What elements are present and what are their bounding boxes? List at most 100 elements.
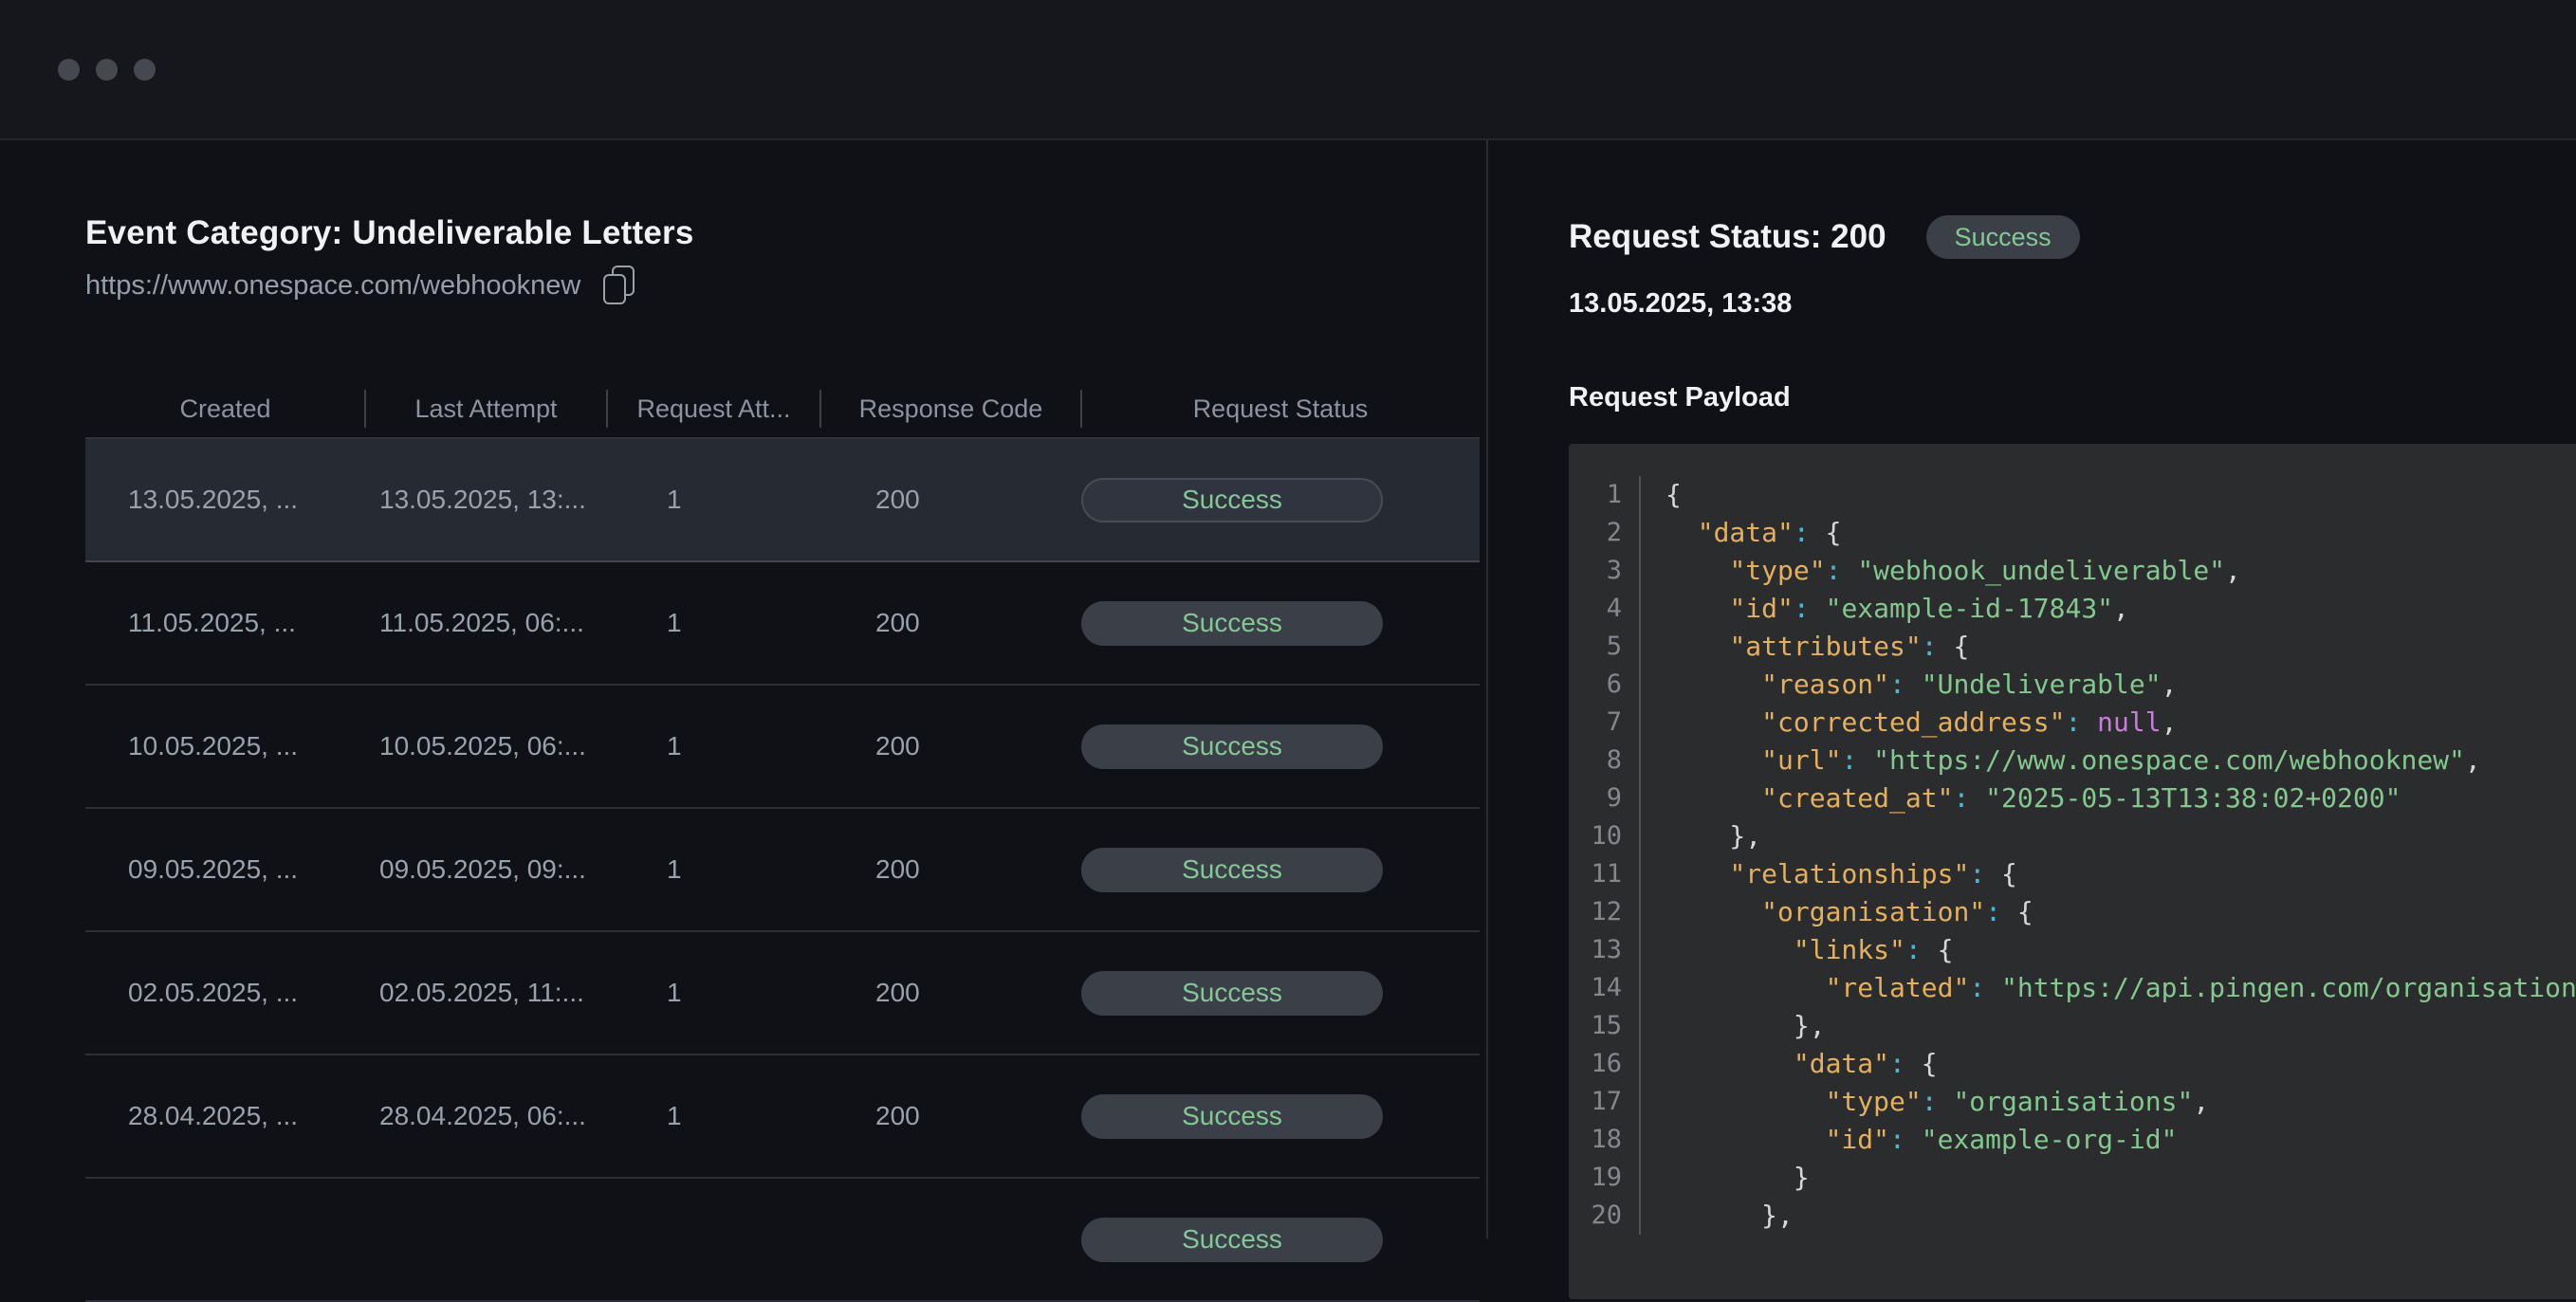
- row-created-cell: 10.05.2025, ...: [85, 731, 365, 761]
- event-category-panel: Event Category: Undeliverable Letters ht…: [0, 140, 1488, 1238]
- code-text: "type": "organisations",: [1641, 1083, 2576, 1121]
- status-badge: Success: [1081, 478, 1383, 523]
- line-number: 17: [1569, 1083, 1641, 1121]
- line-number: 14: [1569, 969, 1641, 1007]
- code-text: },: [1641, 817, 2576, 855]
- status-badge: Success: [1081, 848, 1383, 892]
- column-header-created: Created: [85, 380, 365, 437]
- line-number: 4: [1569, 590, 1641, 628]
- code-line: 1{: [1569, 476, 2576, 514]
- webhook-url: https://www.onespace.com/webhooknew: [85, 266, 580, 304]
- code-text: "related": "https://api.pingen.com/organ…: [1641, 969, 2576, 1007]
- row-request-attempts-cell: 1: [607, 731, 820, 761]
- row-request-attempts-cell: 1: [607, 978, 820, 1008]
- line-number: 10: [1569, 817, 1641, 855]
- code-text: "data": {: [1641, 514, 2576, 552]
- line-number: 7: [1569, 704, 1641, 742]
- line-number: 20: [1569, 1197, 1641, 1235]
- code-text: "attributes": {: [1641, 628, 2576, 666]
- row-created-cell: 02.05.2025, ...: [85, 978, 365, 1008]
- window-control-dot[interactable]: [134, 59, 156, 81]
- row-last-attempt-cell: 13.05.2025, 13:...: [365, 485, 607, 515]
- line-number: 15: [1569, 1007, 1641, 1045]
- line-number: 12: [1569, 893, 1641, 931]
- row-response-code-cell: 200: [820, 731, 1081, 761]
- webhook-url-row: https://www.onespace.com/webhooknew: [85, 266, 1486, 304]
- line-number: 19: [1569, 1159, 1641, 1197]
- table-row[interactable]: 09.05.2025, ...09.05.2025, 09:...1200Suc…: [85, 809, 1480, 932]
- request-payload-code-block[interactable]: 1{2 "data": {3 "type": "webhook_undelive…: [1569, 444, 2576, 1299]
- copy-icon-front: [603, 274, 626, 304]
- code-text: "reason": "Undeliverable",: [1641, 666, 2576, 704]
- window-control-dot[interactable]: [96, 59, 118, 81]
- code-line: 8 "url": "https://www.onespace.com/webho…: [1569, 742, 2576, 779]
- code-text: "organisation": {: [1641, 893, 2576, 931]
- line-number: 2: [1569, 514, 1641, 552]
- code-line: 18 "id": "example-org-id": [1569, 1121, 2576, 1159]
- code-line: 11 "relationships": {: [1569, 855, 2576, 893]
- code-text: "corrected_address": null,: [1641, 704, 2576, 742]
- request-timestamp: 13.05.2025, 13:38: [1569, 284, 1792, 322]
- table-row[interactable]: 11.05.2025, ...11.05.2025, 06:...1200Suc…: [85, 562, 1480, 686]
- code-text: "url": "https://www.onespace.com/webhook…: [1641, 742, 2576, 779]
- row-request-attempts-cell: 1: [607, 608, 820, 638]
- window-control-dot[interactable]: [58, 59, 80, 81]
- row-status-cell: Success: [1081, 848, 1480, 892]
- row-request-attempts-cell: 1: [607, 854, 820, 885]
- table-header-row: Created Last Attempt Request Att... Resp…: [85, 380, 1480, 439]
- table-row[interactable]: 28.04.2025, ...28.04.2025, 06:...1200Suc…: [85, 1055, 1480, 1179]
- code-line: 12 "organisation": {: [1569, 893, 2576, 931]
- code-line: 17 "type": "organisations",: [1569, 1083, 2576, 1121]
- line-number: 1: [1569, 476, 1641, 514]
- row-response-code-cell: 200: [820, 485, 1081, 515]
- code-line: 7 "corrected_address": null,: [1569, 704, 2576, 742]
- request-status-header: Request Status: 200 Success: [1569, 214, 2576, 260]
- code-text: {: [1641, 476, 2576, 514]
- code-text: "created_at": "2025-05-13T13:38:02+0200": [1641, 779, 2576, 817]
- code-lines: 1{2 "data": {3 "type": "webhook_undelive…: [1569, 476, 2576, 1235]
- row-created-cell: 28.04.2025, ...: [85, 1101, 365, 1131]
- row-response-code-cell: 200: [820, 1101, 1081, 1131]
- page-title: Event Category: Undeliverable Letters: [85, 212, 1486, 254]
- code-line: 9 "created_at": "2025-05-13T13:38:02+020…: [1569, 779, 2576, 817]
- code-text: "data": {: [1641, 1045, 2576, 1083]
- row-created-cell: 13.05.2025, ...: [85, 485, 365, 515]
- row-request-attempts-cell: 1: [607, 485, 820, 515]
- table-row[interactable]: Success: [85, 1179, 1480, 1302]
- row-status-cell: Success: [1081, 971, 1480, 1016]
- table-row[interactable]: 10.05.2025, ...10.05.2025, 06:...1200Suc…: [85, 686, 1480, 809]
- row-last-attempt-cell: 02.05.2025, 11:...: [365, 978, 607, 1008]
- request-detail-panel: Request Status: 200 Success 13.05.2025, …: [1488, 140, 2576, 1238]
- window-titlebar: [0, 0, 2576, 140]
- status-badge: Success: [1081, 601, 1383, 646]
- code-text: "type": "webhook_undeliverable",: [1641, 552, 2576, 590]
- column-header-last-attempt: Last Attempt: [365, 380, 607, 437]
- code-text: "id": "example-org-id": [1641, 1121, 2576, 1159]
- row-response-code-cell: 200: [820, 608, 1081, 638]
- code-text: "links": {: [1641, 931, 2576, 969]
- line-number: 3: [1569, 552, 1641, 590]
- status-badge: Success: [1081, 724, 1383, 769]
- request-payload-label: Request Payload: [1569, 379, 2576, 415]
- code-line: 4 "id": "example-id-17843",: [1569, 590, 2576, 628]
- row-status-cell: Success: [1081, 478, 1480, 523]
- code-line: 19 }: [1569, 1159, 2576, 1197]
- row-last-attempt-cell: 09.05.2025, 09:...: [365, 854, 607, 885]
- row-created-cell: 09.05.2025, ...: [85, 854, 365, 885]
- row-response-code-cell: 200: [820, 854, 1081, 885]
- status-badge: Success: [1081, 1094, 1383, 1139]
- row-last-attempt-cell: 28.04.2025, 06:...: [365, 1101, 607, 1131]
- code-line: 10 },: [1569, 817, 2576, 855]
- table-row[interactable]: 13.05.2025, ...13.05.2025, 13:...1200Suc…: [85, 439, 1480, 562]
- row-last-attempt-cell: 10.05.2025, 06:...: [365, 731, 607, 761]
- column-header-request-status: Request Status: [1081, 380, 1480, 437]
- line-number: 8: [1569, 742, 1641, 779]
- column-header-response-code: Response Code: [820, 380, 1081, 437]
- line-number: 9: [1569, 779, 1641, 817]
- code-text: }: [1641, 1159, 2576, 1197]
- request-meta-row: 13.05.2025, 13:38 Resend Request: [1569, 284, 2576, 322]
- row-status-cell: Success: [1081, 1094, 1480, 1139]
- copy-icon[interactable]: [603, 266, 635, 304]
- table-row[interactable]: 02.05.2025, ...02.05.2025, 11:...1200Suc…: [85, 932, 1480, 1055]
- line-number: 5: [1569, 628, 1641, 666]
